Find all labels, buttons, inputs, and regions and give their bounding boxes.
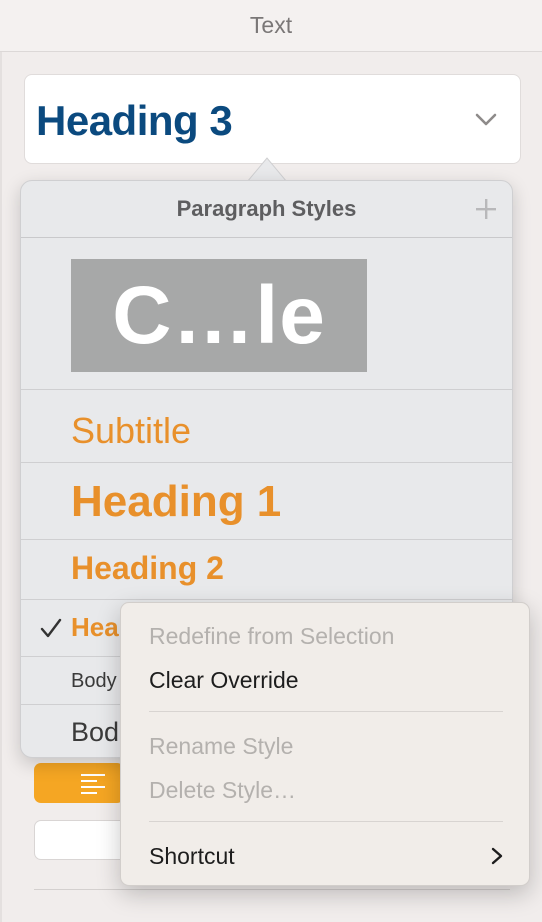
popover-arrow	[247, 157, 287, 182]
inspector-tab-title[interactable]: Text	[250, 12, 292, 39]
plus-icon[interactable]	[474, 197, 498, 221]
style-label: Heading 1	[71, 477, 282, 526]
checkmark-icon	[40, 618, 62, 638]
style-row-title[interactable]: C…le	[21, 238, 512, 390]
current-paragraph-style: Heading 3	[36, 97, 233, 144]
style-label: Heading 2	[71, 550, 224, 586]
style-row-subtitle[interactable]: Subtitle	[21, 390, 512, 463]
style-row-heading-1[interactable]: Heading 1	[21, 463, 512, 540]
paragraph-style-popup-button[interactable]: Heading 3	[24, 74, 521, 164]
menu-item-clear-override[interactable]: Clear Override	[149, 667, 299, 694]
menu-item-shortcut[interactable]: Shortcut	[149, 843, 504, 870]
menu-item-label: Shortcut	[149, 843, 235, 869]
chevron-down-icon	[475, 113, 497, 126]
menu-item-delete-style[interactable]: Delete Style…	[149, 777, 296, 804]
style-label: Hea	[71, 612, 119, 642]
menu-separator	[149, 711, 503, 712]
style-label: C…le	[112, 269, 326, 361]
sidebar-edge	[0, 52, 2, 922]
inspector-header: Text	[0, 0, 542, 52]
menu-separator	[149, 821, 503, 822]
style-row-heading-2[interactable]: Heading 2	[21, 540, 512, 600]
chevron-right-icon	[491, 847, 503, 865]
style-context-menu: Redefine from Selection Clear Override R…	[120, 602, 530, 886]
section-divider	[34, 889, 510, 890]
menu-item-rename-style[interactable]: Rename Style	[149, 733, 293, 760]
menu-item-redefine-from-selection[interactable]: Redefine from Selection	[149, 623, 394, 650]
style-label: Subtitle	[71, 410, 192, 451]
title-style-preview: C…le	[71, 259, 367, 372]
align-left-button[interactable]	[34, 763, 124, 803]
popover-title: Paragraph Styles	[176, 196, 357, 221]
style-label: Bod	[71, 717, 120, 747]
font-field[interactable]	[34, 820, 134, 860]
align-left-icon	[81, 774, 105, 794]
popover-header: Paragraph Styles	[21, 181, 512, 238]
style-label: Body	[71, 670, 117, 692]
